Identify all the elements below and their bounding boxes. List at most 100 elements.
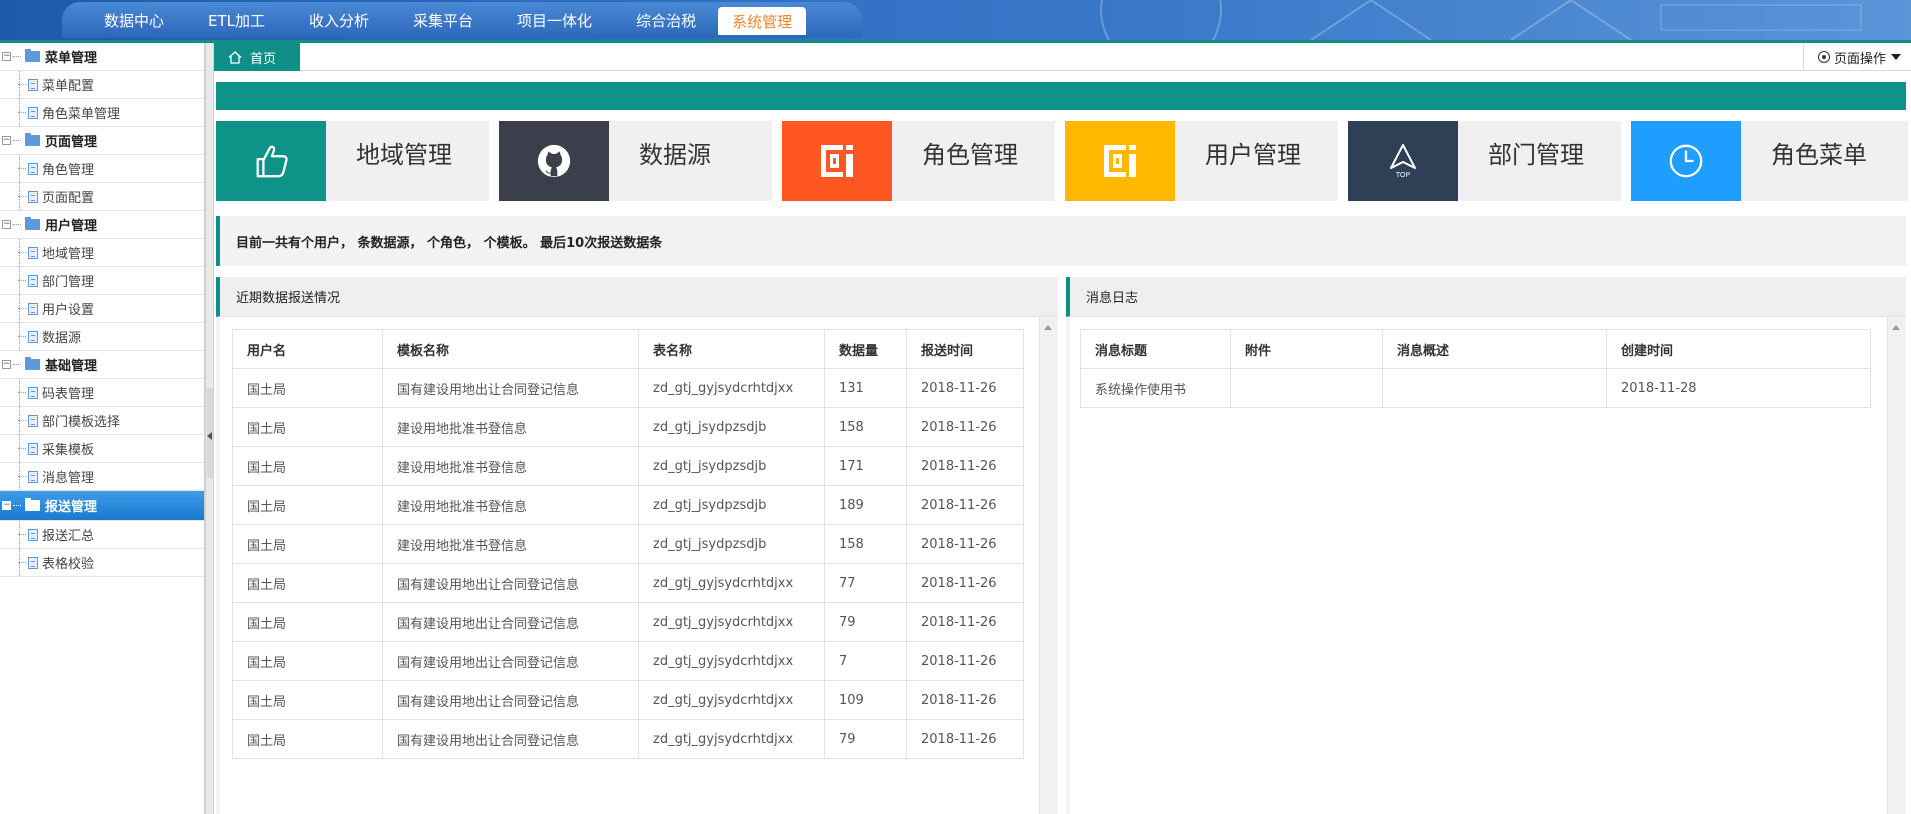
page-icon bbox=[28, 556, 38, 569]
collapse-arrow-icon[interactable] bbox=[207, 432, 212, 440]
sidebar-group-page[interactable]: − 页面管理 bbox=[0, 127, 204, 155]
page-operations-dropdown[interactable]: 页面操作 bbox=[1802, 43, 1901, 71]
sidebar: − 菜单管理 菜单配置 角色菜单管理 − 页面管理 角色管理 页面配置 − 用户管理 … bbox=[0, 43, 205, 814]
column-header[interactable]: 附件 bbox=[1230, 329, 1383, 369]
nav-item-etl[interactable]: ETL加工 bbox=[186, 2, 287, 38]
sidebar-item-data-source[interactable]: 数据源 bbox=[0, 323, 204, 351]
page-icon bbox=[28, 386, 38, 399]
nav-item-income-analysis[interactable]: 收入分析 bbox=[287, 2, 391, 38]
report-table: 用户名 模板名称 表名称 数据量 报送时间 国土局 国有建设用地出让合同登记信息 z… bbox=[232, 329, 1024, 759]
table-row[interactable]: 国土局 建设用地批准书登信息 zd_gtj_jsydpzsdjb 171 2018-11… bbox=[232, 446, 1024, 486]
shortcut-cards: 地域管理 数据源 角色管理 用户管理 TOP 部门管理 角色菜单 bbox=[216, 121, 1908, 201]
card-data-source[interactable]: 数据源 bbox=[499, 121, 772, 201]
sidebar-group-report[interactable]: − 报送管理 bbox=[0, 491, 204, 521]
column-header[interactable]: 创建时间 bbox=[1606, 329, 1871, 369]
card-user-management[interactable]: 用户管理 bbox=[1065, 121, 1338, 201]
column-header[interactable]: 表名称 bbox=[638, 329, 825, 369]
nav-item-system-management[interactable]: 系统管理 bbox=[718, 7, 807, 35]
scroll-up-icon[interactable] bbox=[1892, 325, 1900, 330]
page-icon bbox=[28, 246, 38, 259]
page-icon bbox=[28, 190, 38, 203]
svg-text:TOP: TOP bbox=[1396, 172, 1411, 179]
sidebar-item-table-validation[interactable]: 表格校验 bbox=[0, 549, 204, 577]
stats-summary: 目前一共有个用户， 条数据源， 个角色， 个模板。 最后10次报送数据条 bbox=[216, 216, 1906, 266]
page-icon bbox=[28, 528, 38, 541]
table-row[interactable]: 国土局 建设用地批准书登信息 zd_gtj_jsydpzsdjb 189 2018-11… bbox=[232, 485, 1024, 525]
table-row[interactable]: 国土局 国有建设用地出让合同登记信息 zd_gtj_gyjsydcrhtdjxx 77… bbox=[232, 563, 1024, 603]
table-row[interactable]: 系统操作使用书 2018-11-28 bbox=[1080, 368, 1871, 408]
table-row[interactable]: 国土局 国有建设用地出让合同登记信息 zd_gtj_gyjsydcrhtdjxx 79… bbox=[232, 602, 1024, 642]
card-label: 角色菜单 bbox=[1771, 141, 1867, 169]
message-panel-body: 消息标题 附件 消息概述 创建时间 系统操作使用书 2018-11-28 bbox=[1070, 317, 1887, 814]
nav-item-tax-governance[interactable]: 综合治税 bbox=[614, 2, 718, 38]
column-header[interactable]: 用户名 bbox=[232, 329, 383, 369]
card-icon-box bbox=[499, 121, 609, 201]
sidebar-item-code-table[interactable]: 码表管理 bbox=[0, 379, 204, 407]
folder-icon bbox=[25, 498, 40, 511]
card-icon-box bbox=[782, 121, 892, 201]
sidebar-item-role-menu[interactable]: 角色菜单管理 bbox=[0, 99, 204, 127]
sidebar-item-message-management[interactable]: 消息管理 bbox=[0, 463, 204, 491]
card-role-menu[interactable]: 角色菜单 bbox=[1631, 121, 1908, 201]
home-icon bbox=[228, 50, 242, 64]
column-header[interactable]: 消息概述 bbox=[1382, 329, 1607, 369]
page-icon bbox=[28, 330, 38, 343]
clock-icon bbox=[1669, 144, 1703, 178]
sidebar-item-report-summary[interactable]: 报送汇总 bbox=[0, 521, 204, 549]
page-icon bbox=[28, 414, 38, 427]
target-icon bbox=[1817, 51, 1830, 63]
sidebar-splitter[interactable] bbox=[205, 43, 214, 814]
column-header[interactable]: 消息标题 bbox=[1080, 329, 1231, 369]
sidebar-group-user[interactable]: − 用户管理 bbox=[0, 211, 204, 239]
card-department-management[interactable]: TOP 部门管理 bbox=[1348, 121, 1621, 201]
table-row[interactable]: 国土局 国有建设用地出让合同登记信息 zd_gtj_gyjsydcrhtdjxx 7 2… bbox=[232, 641, 1024, 681]
page-icon bbox=[28, 470, 38, 483]
table-row[interactable]: 国土局 国有建设用地出让合同登记信息 zd_gtj_gyjsydcrhtdjxx 10… bbox=[232, 680, 1024, 720]
scroll-up-icon[interactable] bbox=[1044, 325, 1052, 330]
top-header: 数据中心 ETL加工 收入分析 采集平台 项目一体化 综合治税 系统管理 bbox=[0, 0, 1911, 40]
sidebar-item-region-management[interactable]: 地域管理 bbox=[0, 239, 204, 267]
top-nav: 数据中心 ETL加工 收入分析 采集平台 项目一体化 综合治税 系统管理 bbox=[62, 2, 862, 38]
sidebar-group-menu[interactable]: − 菜单管理 bbox=[0, 43, 204, 71]
table-header-row: 消息标题 附件 消息概述 创建时间 bbox=[1080, 329, 1871, 369]
table-row[interactable]: 国土局 国有建设用地出让合同登记信息 zd_gtj_gyjsydcrhtdjxx 79… bbox=[232, 719, 1024, 759]
card-label: 部门管理 bbox=[1488, 141, 1584, 169]
nav-item-data-center[interactable]: 数据中心 bbox=[82, 2, 186, 38]
sidebar-item-department-management[interactable]: 部门管理 bbox=[0, 267, 204, 295]
table-row[interactable]: 国土局 建设用地批准书登信息 zd_gtj_jsydpzsdjb 158 2018-11… bbox=[232, 524, 1024, 564]
card-icon-box bbox=[1065, 121, 1175, 201]
sidebar-item-menu-config[interactable]: 菜单配置 bbox=[0, 71, 204, 99]
page-icon bbox=[28, 78, 38, 91]
column-header[interactable]: 报送时间 bbox=[906, 329, 1024, 369]
sidebar-item-role-management[interactable]: 角色管理 bbox=[0, 155, 204, 183]
sidebar-item-user-settings[interactable]: 用户设置 bbox=[0, 295, 204, 323]
report-panel-scrollbar[interactable] bbox=[1039, 317, 1056, 814]
table-row[interactable]: 国土局 建设用地批准书登信息 zd_gtj_jsydpzsdjb 158 2018-11… bbox=[232, 407, 1024, 447]
collapse-icon[interactable]: − bbox=[2, 52, 11, 61]
card-role-management[interactable]: 角色管理 bbox=[782, 121, 1055, 201]
tab-home[interactable]: 首页 bbox=[214, 43, 300, 71]
collapse-icon[interactable]: − bbox=[2, 220, 11, 229]
collapse-icon[interactable]: − bbox=[2, 360, 11, 369]
folder-icon bbox=[25, 133, 40, 146]
column-header[interactable]: 模板名称 bbox=[382, 329, 639, 369]
banner-band bbox=[216, 82, 1906, 110]
card-icon-box bbox=[216, 121, 326, 201]
card-region-management[interactable]: 地域管理 bbox=[216, 121, 489, 201]
sidebar-item-page-config[interactable]: 页面配置 bbox=[0, 183, 204, 211]
nav-item-collection-platform[interactable]: 采集平台 bbox=[391, 2, 495, 38]
table-row[interactable]: 国土局 国有建设用地出让合同登记信息 zd_gtj_gyjsydcrhtdjxx 13… bbox=[232, 368, 1024, 408]
collapse-icon[interactable]: − bbox=[2, 136, 11, 145]
sidebar-item-department-template[interactable]: 部门模板选择 bbox=[0, 407, 204, 435]
card-label: 数据源 bbox=[639, 141, 711, 169]
message-panel-scrollbar[interactable] bbox=[1887, 317, 1904, 814]
page-icon bbox=[28, 106, 38, 119]
nav-item-project-integration[interactable]: 项目一体化 bbox=[495, 2, 614, 38]
qrcode-logo-icon bbox=[1104, 145, 1136, 177]
collapse-icon[interactable]: − bbox=[2, 501, 11, 510]
thumbs-up-icon bbox=[256, 145, 288, 178]
sidebar-group-basic[interactable]: − 基础管理 bbox=[0, 351, 204, 379]
header-decoration bbox=[1100, 0, 1862, 40]
sidebar-item-collection-template[interactable]: 采集模板 bbox=[0, 435, 204, 463]
column-header[interactable]: 数据量 bbox=[824, 329, 907, 369]
